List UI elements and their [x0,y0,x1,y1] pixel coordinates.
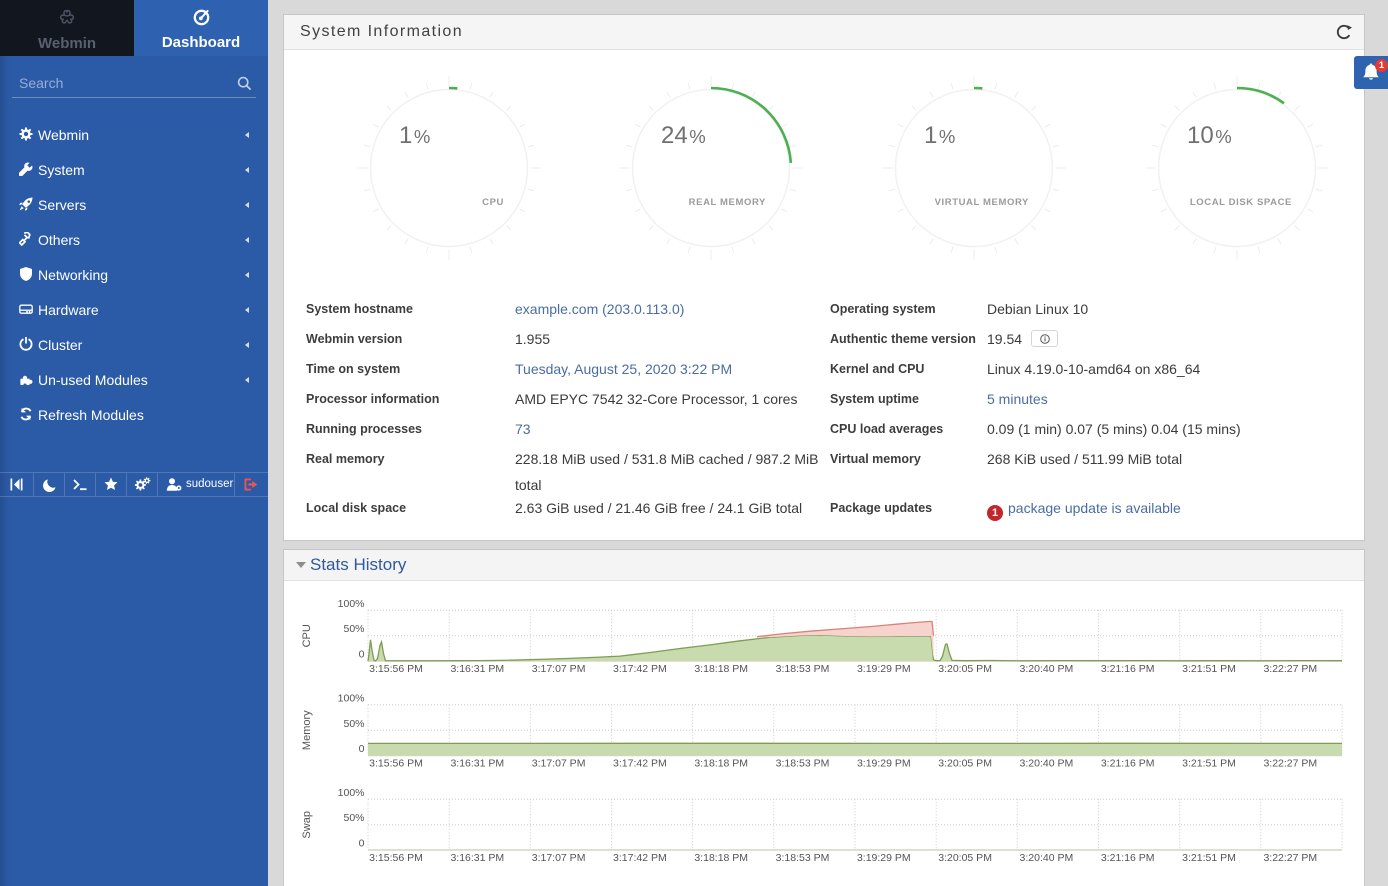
svg-text:3:18:18 PM: 3:18:18 PM [694,852,748,864]
svg-text:50%: 50% [343,623,364,635]
svg-text:100%: 100% [338,692,365,704]
svg-text:3:18:53 PM: 3:18:53 PM [776,663,830,675]
svg-text:3:18:18 PM: 3:18:18 PM [694,758,748,770]
svg-text:LOCAL DISK SPACE: LOCAL DISK SPACE [1190,197,1292,208]
svg-text:CPU: CPU [482,197,504,208]
svg-text:3:17:07 PM: 3:17:07 PM [532,663,586,675]
svg-text:3:20:05 PM: 3:20:05 PM [938,852,992,864]
svg-text:3:19:29 PM: 3:19:29 PM [857,663,911,675]
svg-text:REAL MEMORY: REAL MEMORY [689,197,766,208]
svg-text:3:21:16 PM: 3:21:16 PM [1101,852,1155,864]
svg-text:3:17:42 PM: 3:17:42 PM [613,852,667,864]
svg-text:100%: 100% [338,787,365,799]
svg-text:VIRTUAL MEMORY: VIRTUAL MEMORY [935,197,1029,208]
svg-text:CPU: CPU [301,624,313,647]
svg-text:3:15:56 PM: 3:15:56 PM [369,663,423,675]
svg-text:3:18:53 PM: 3:18:53 PM [776,758,830,770]
svg-text:3:20:05 PM: 3:20:05 PM [938,663,992,675]
svg-text:3:20:05 PM: 3:20:05 PM [938,758,992,770]
svg-text:50%: 50% [343,812,364,824]
svg-text:3:16:31 PM: 3:16:31 PM [450,852,504,864]
svg-text:3:22:27 PM: 3:22:27 PM [1263,663,1317,675]
svg-text:3:20:40 PM: 3:20:40 PM [1020,663,1074,675]
svg-text:3:22:27 PM: 3:22:27 PM [1263,852,1317,864]
svg-text:0: 0 [359,649,365,661]
svg-text:3:21:16 PM: 3:21:16 PM [1101,758,1155,770]
svg-text:3:21:16 PM: 3:21:16 PM [1101,663,1155,675]
svg-text:3:21:51 PM: 3:21:51 PM [1182,758,1236,770]
svg-text:3:16:31 PM: 3:16:31 PM [450,663,504,675]
svg-text:3:17:07 PM: 3:17:07 PM [532,852,586,864]
svg-text:3:20:40 PM: 3:20:40 PM [1020,758,1074,770]
svg-text:3:21:51 PM: 3:21:51 PM [1182,663,1236,675]
svg-text:50%: 50% [343,718,364,730]
svg-text:0: 0 [359,838,365,850]
svg-text:3:18:18 PM: 3:18:18 PM [694,663,748,675]
svg-text:1%: 1% [399,122,430,149]
svg-text:3:20:40 PM: 3:20:40 PM [1020,852,1074,864]
svg-text:10%: 10% [1187,122,1232,149]
svg-text:0: 0 [359,743,365,755]
svg-text:3:17:42 PM: 3:17:42 PM [613,758,667,770]
svg-text:100%: 100% [338,598,365,610]
svg-text:3:17:42 PM: 3:17:42 PM [613,663,667,675]
svg-text:3:19:29 PM: 3:19:29 PM [857,758,911,770]
svg-text:Swap: Swap [301,811,313,839]
svg-text:3:16:31 PM: 3:16:31 PM [450,758,504,770]
svg-text:3:22:27 PM: 3:22:27 PM [1263,758,1317,770]
svg-text:3:15:56 PM: 3:15:56 PM [369,852,423,864]
svg-text:24%: 24% [661,122,706,149]
svg-text:1%: 1% [924,122,955,149]
svg-text:3:21:51 PM: 3:21:51 PM [1182,852,1236,864]
svg-text:Memory: Memory [301,710,313,750]
svg-text:3:18:53 PM: 3:18:53 PM [776,852,830,864]
svg-text:3:19:29 PM: 3:19:29 PM [857,852,911,864]
svg-text:3:17:07 PM: 3:17:07 PM [532,758,586,770]
svg-text:3:15:56 PM: 3:15:56 PM [369,758,423,770]
